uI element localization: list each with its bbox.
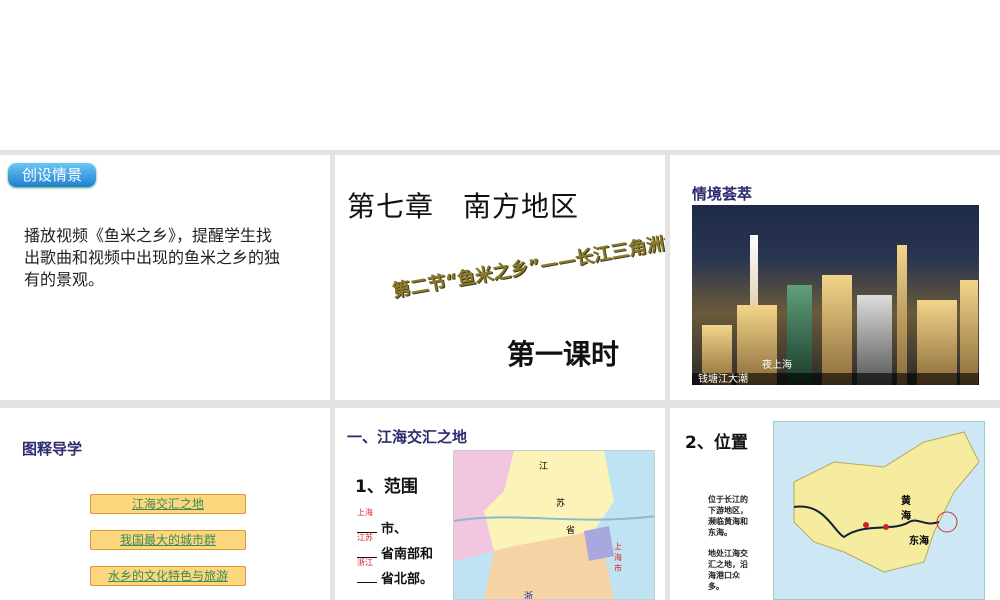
location-text-2: 地处江海交汇之地，沿海港口众多。 <box>708 548 748 591</box>
slide-thumbnail-4[interactable]: 图释导学 江海交汇之地 我国最大的城市群 水乡的文化特色与旅游 <box>0 408 330 600</box>
scroll-link-2[interactable]: 我国最大的城市群 <box>90 530 246 550</box>
location-text-1: 位于长江的下游地区，濒临黄海和东海。 <box>708 494 748 537</box>
scroll-link-1[interactable]: 江海交汇之地 <box>90 494 246 514</box>
subheading: 2、位置 <box>685 433 748 453</box>
photo-caption: 夜上海 <box>762 360 792 371</box>
answer-text: 上海 <box>357 508 373 517</box>
scroll-link-3[interactable]: 水乡的文化特色与旅游 <box>90 566 246 586</box>
range-line-3: 浙江 省北部。 <box>357 558 434 587</box>
answer-text: 浙江 <box>357 558 373 567</box>
slide-thumbnail-2[interactable]: 第七章 南方地区 第二节“鱼米之乡”——长江三角洲地区 第一课时 <box>335 155 665 400</box>
slide-heading: 图释导学 <box>22 440 83 458</box>
shanghai-night-photo: 夜上海 钱塘江大潮 <box>692 205 979 385</box>
photo-caption-bottom: 钱塘江大潮 <box>698 374 748 385</box>
slide-thumbnail-5[interactable]: 一、江海交汇之地 1、范围 上海 市、 江苏 省南部和 浙江 省北部。 江 苏 省 上… <box>335 408 665 600</box>
slide-thumbnail-3[interactable]: 情境荟萃 夜上海 钱塘江大潮 <box>670 155 1000 400</box>
chapter-title: 第七章 南方地区 <box>347 190 580 223</box>
section-title-wordart: 第二节“鱼米之乡”——长江三角洲地区 <box>390 227 665 302</box>
subheading: 1、范围 <box>355 477 418 497</box>
yangtze-delta-map: 江 苏 省 上海市 浙 <box>453 450 655 600</box>
slide-heading: 一、江海交汇之地 <box>347 428 468 446</box>
scenario-badge: 创设情景 <box>8 163 96 187</box>
slide-body-text: 播放视频《鱼米之乡》，提醒学生找出歌曲和视频中出现的鱼米之乡的独有的景观。 <box>24 226 281 289</box>
slide-thumbnail-1[interactable]: 创设情景 播放视频《鱼米之乡》，提醒学生找出歌曲和视频中出现的鱼米之乡的独有的景… <box>0 155 330 400</box>
slide-heading: 情境荟萃 <box>692 185 753 203</box>
answer-text: 江苏 <box>357 533 373 542</box>
slide-thumbnail-6[interactable]: 2、位置 位于长江的下游地区，濒临黄海和东海。 地处江海交汇之地，沿海港口众多。… <box>670 408 1000 600</box>
china-map: 黄海 东海 <box>773 421 985 600</box>
lesson-title: 第一课时 <box>507 338 620 371</box>
